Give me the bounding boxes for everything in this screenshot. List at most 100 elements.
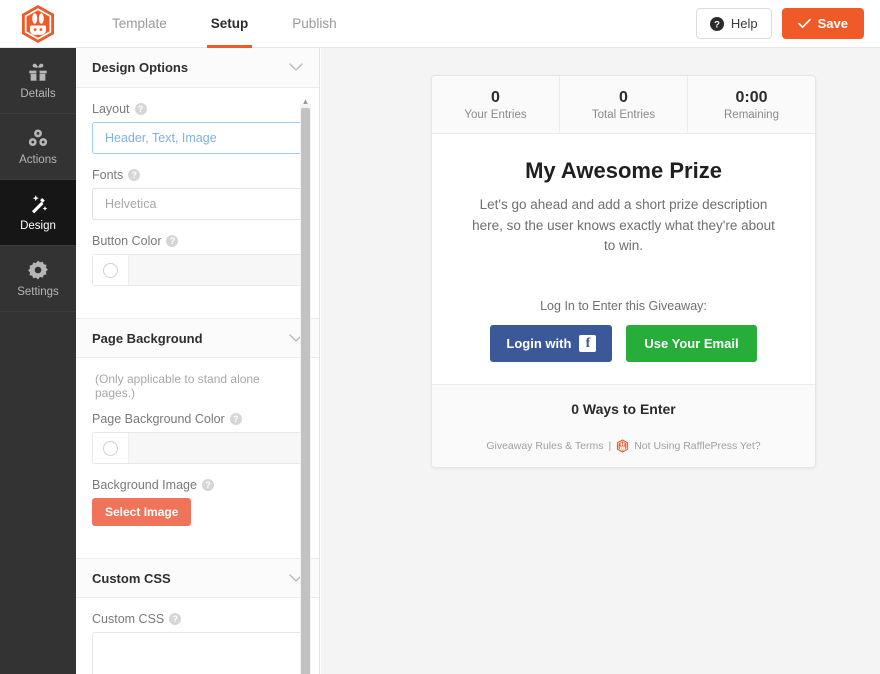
stat-total-entries: 0 Total Entries: [560, 76, 688, 133]
accordion-design-options[interactable]: Design Options: [76, 48, 319, 88]
button-color-picker[interactable]: [92, 254, 303, 286]
stat-value: 0: [436, 87, 555, 109]
accordion-title: Custom CSS: [92, 571, 171, 586]
footer-links: Giveaway Rules & Terms | Not Using Raffl…: [442, 439, 805, 453]
sidebar-item-details[interactable]: Details: [0, 48, 76, 114]
chevron-down-icon: [289, 60, 303, 75]
rafflepress-rabbit-logo-icon: [20, 4, 56, 44]
stat-remaining: 0:00 Remaining: [688, 76, 815, 133]
page-background-body: (Only applicable to stand alone pages.) …: [76, 358, 319, 558]
tab-template[interactable]: Template: [90, 0, 189, 48]
color-circle-icon: [103, 263, 118, 278]
login-prompt: Log In to Enter this Giveaway:: [466, 299, 781, 313]
sidebar-item-actions[interactable]: Actions: [0, 114, 76, 180]
color-swatch[interactable]: [93, 433, 129, 463]
field-custom-css: Custom CSS ?: [92, 612, 303, 674]
page-background-color-picker[interactable]: [92, 432, 303, 464]
bg-image-label: Background Image: [92, 478, 197, 492]
use-your-email-button[interactable]: Use Your Email: [626, 325, 756, 362]
custom-css-body: Custom CSS ?: [76, 598, 319, 674]
accordion-title: Design Options: [92, 60, 188, 75]
gear-icon: [27, 259, 49, 281]
page-background-note: (Only applicable to stand alone pages.): [92, 372, 303, 400]
top-bar: Template Setup Publish ? Help Save: [0, 0, 880, 48]
design-options-body: Layout ? Header, Text, Image Fonts ? Hel…: [76, 88, 319, 318]
panel-scrollbar[interactable]: ▲: [300, 104, 311, 674]
sidebar-item-label: Actions: [19, 154, 57, 166]
help-tooltip-icon[interactable]: ?: [166, 235, 178, 247]
scroll-up-arrow-icon[interactable]: ▲: [301, 97, 310, 106]
app-logo[interactable]: [0, 0, 76, 48]
button-color-label: Button Color: [92, 234, 161, 248]
fonts-label-row: Fonts ?: [92, 168, 303, 182]
sidebar-item-label: Design: [20, 220, 56, 232]
rafflepress-builder: Template Setup Publish ? Help Save: [0, 0, 880, 674]
select-image-button[interactable]: Select Image: [92, 498, 191, 526]
prize-title: My Awesome Prize: [466, 158, 781, 184]
help-tooltip-icon[interactable]: ?: [230, 413, 242, 425]
stat-value: 0: [564, 87, 683, 109]
help-tooltip-icon[interactable]: ?: [128, 169, 140, 181]
help-tooltip-icon[interactable]: ?: [202, 479, 214, 491]
stat-value: 0:00: [692, 87, 811, 109]
giveaway-stats-bar: 0 Your Entries 0 Total Entries 0:00 Rema…: [432, 76, 815, 134]
layout-label: Layout: [92, 102, 130, 116]
layout-label-row: Layout ?: [92, 102, 303, 116]
not-using-rafflepress-link[interactable]: Not Using RafflePress Yet?: [634, 440, 760, 452]
fonts-label: Fonts: [92, 168, 123, 182]
login-with-facebook-button[interactable]: Login with f: [490, 325, 612, 362]
stat-label: Total Entries: [564, 109, 683, 121]
field-background-image: Background Image ? Select Image: [92, 478, 303, 526]
check-icon: [798, 18, 811, 29]
question-circle-icon: ?: [710, 17, 724, 31]
panel-scrollbar-thumb[interactable]: [301, 108, 310, 674]
giveaway-body: My Awesome Prize Let's go ahead and add …: [432, 134, 815, 385]
ways-to-enter-count: 0 Ways to Enter: [442, 401, 805, 417]
sidebar-item-label: Details: [20, 88, 55, 100]
top-actions: ? Help Save: [696, 8, 880, 39]
preview-canvas: 0 Your Entries 0 Total Entries 0:00 Rema…: [321, 48, 880, 674]
blocks-icon: [27, 127, 49, 149]
layout-select[interactable]: Header, Text, Image: [92, 122, 303, 154]
save-button[interactable]: Save: [782, 8, 864, 39]
help-button[interactable]: ? Help: [696, 8, 772, 39]
gift-icon: [27, 61, 49, 83]
prize-description: Let's go ahead and add a short prize des…: [466, 195, 781, 258]
fonts-select[interactable]: Helvetica: [92, 188, 303, 220]
giveaway-rules-link[interactable]: Giveaway Rules & Terms: [486, 440, 603, 452]
bg-image-label-row: Background Image ?: [92, 478, 303, 492]
help-tooltip-icon[interactable]: ?: [135, 103, 147, 115]
page-background-color-value[interactable]: [129, 433, 302, 463]
help-button-label: Help: [731, 16, 758, 31]
accordion-custom-css[interactable]: Custom CSS: [76, 558, 319, 598]
custom-css-textarea[interactable]: [92, 632, 303, 674]
tab-setup[interactable]: Setup: [189, 0, 271, 48]
help-tooltip-icon[interactable]: ?: [169, 613, 181, 625]
field-layout: Layout ? Header, Text, Image: [92, 102, 303, 154]
design-settings-panel: Design Options Layout ? Header, Text, Im…: [76, 48, 320, 674]
footer-separator: |: [608, 440, 611, 452]
field-fonts: Fonts ? Helvetica: [92, 168, 303, 220]
tab-publish[interactable]: Publish: [270, 0, 358, 48]
accordion-page-background[interactable]: Page Background: [76, 318, 319, 358]
main-tabs: Template Setup Publish: [90, 0, 359, 48]
facebook-icon: f: [579, 335, 596, 352]
magic-wand-icon: [27, 193, 49, 215]
sidebar-item-design[interactable]: Design: [0, 180, 76, 246]
field-button-color: Button Color ?: [92, 234, 303, 286]
bg-color-label-row: Page Background Color ?: [92, 412, 303, 426]
login-buttons: Login with f Use Your Email: [466, 325, 781, 362]
bg-color-label: Page Background Color: [92, 412, 225, 426]
stat-label: Remaining: [692, 109, 811, 121]
button-color-value[interactable]: [129, 255, 302, 285]
sidebar-rail: Details Actions Design: [0, 48, 76, 674]
custom-css-label-row: Custom CSS ?: [92, 612, 303, 626]
rafflepress-rabbit-logo-icon: [616, 439, 629, 453]
color-swatch[interactable]: [93, 255, 129, 285]
sidebar-item-settings[interactable]: Settings: [0, 246, 76, 312]
svg-text:?: ?: [714, 19, 720, 30]
save-button-label: Save: [818, 16, 848, 31]
giveaway-preview-card: 0 Your Entries 0 Total Entries 0:00 Rema…: [431, 75, 816, 468]
field-page-background-color: Page Background Color ?: [92, 412, 303, 464]
sidebar-item-label: Settings: [17, 286, 59, 298]
